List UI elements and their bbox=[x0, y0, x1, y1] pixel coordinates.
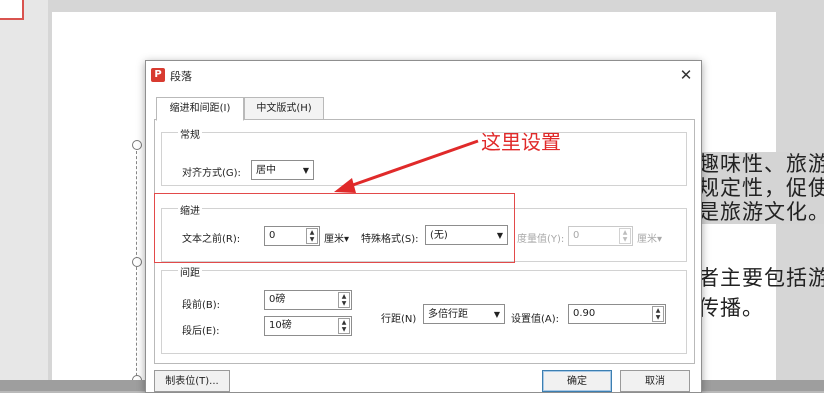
annotation-text: 这里设置 bbox=[481, 130, 561, 154]
tab-indent-spacing[interactable]: 缩进和间距(I) bbox=[156, 97, 244, 121]
annotation-arrow-icon bbox=[334, 139, 479, 193]
